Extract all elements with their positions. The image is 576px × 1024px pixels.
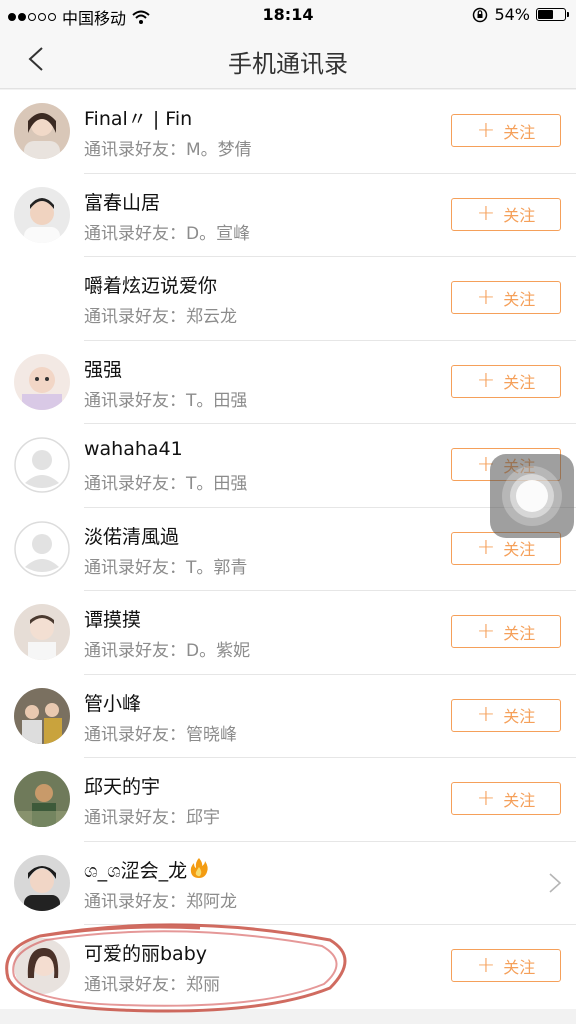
assistive-touch-button[interactable]: [490, 454, 574, 538]
follow-label: 关注: [503, 707, 536, 726]
contact-source: 通讯录好友：郑云龙: [84, 307, 237, 327]
page-title: 手机通讯录: [228, 50, 348, 78]
contact-source: 通讯录好友：郑阿龙: [84, 891, 237, 912]
navigation-bar: 手机通讯录: [0, 30, 576, 89]
plus-icon: +: [476, 368, 496, 393]
plus-icon: +: [476, 201, 496, 226]
status-bar: 中国移动 18:14 54%: [0, 0, 576, 30]
contact-source: 通讯录好友：D。紫妮: [84, 641, 251, 661]
plus-icon: +: [476, 618, 496, 644]
default-avatar-icon: [14, 437, 70, 493]
follow-button[interactable]: + 关注: [451, 114, 561, 147]
follow-button[interactable]: + 关注: [451, 615, 561, 648]
orientation-lock-icon: [473, 7, 488, 22]
avatar: [14, 270, 70, 326]
follow-label: 关注: [503, 957, 536, 977]
contact-name: 谭摸摸: [84, 609, 142, 631]
follow-label: 关注: [503, 540, 536, 559]
follow-button[interactable]: + 关注: [451, 782, 561, 815]
list-item[interactable]: 富春山居 通讯录好友：D。宣峰 + 关注: [0, 174, 576, 258]
list-item[interactable]: 强强 通讯录好友：T。田强 + 关注: [0, 341, 576, 425]
battery-percent: 54%: [494, 5, 530, 24]
list-item[interactable]: 管小峰 通讯录好友：管晓峰 + 关注: [0, 675, 576, 759]
avatar: [14, 103, 70, 159]
contact-name: 邱天的宇: [84, 776, 161, 798]
follow-label: 关注: [503, 790, 536, 810]
contact-source: 通讯录好友：管晓峰: [84, 724, 237, 745]
contact-source: 通讯录好友：D。宣峰: [84, 223, 251, 244]
contact-name: 强强: [84, 358, 123, 381]
battery-icon: [536, 8, 569, 21]
follow-label: 关注: [503, 289, 536, 309]
contact-name: ශ_ශ涩会_龙: [84, 856, 209, 883]
avatar: [14, 604, 70, 660]
fire-emoji-icon: [190, 857, 208, 878]
avatar: [14, 687, 70, 744]
list-item[interactable]: Final〃 | Fin 通讯录好友：M。梦倩 + 关注: [0, 90, 576, 174]
follow-label: 关注: [503, 373, 536, 392]
default-avatar-icon: [14, 520, 70, 577]
avatar: [14, 771, 70, 827]
contact-name: 嚼着炫迈说爱你: [84, 275, 218, 297]
list-item[interactable]: ශ_ශ涩会_龙 通讯录好友：郑阿龙: [0, 842, 576, 926]
contact-source: 通讯录好友：邱宇: [84, 808, 220, 828]
plus-icon: +: [476, 535, 496, 560]
follow-label: 关注: [503, 623, 536, 643]
contact-source: 通讯录好友：T。田强: [84, 474, 248, 494]
list-item[interactable]: 嚼着炫迈说爱你 通讯录好友：郑云龙 + 关注: [0, 257, 576, 341]
contact-source: 通讯录好友：T。郭青: [84, 557, 248, 578]
chevron-right-icon[interactable]: [548, 872, 562, 894]
avatar: [14, 938, 70, 994]
follow-label: 关注: [503, 206, 536, 225]
contact-source: 通讯录好友：郑丽: [84, 975, 220, 995]
follow-label: 关注: [503, 122, 536, 142]
follow-button[interactable]: + 关注: [451, 281, 561, 314]
plus-icon: +: [476, 702, 496, 727]
plus-icon: +: [476, 785, 496, 811]
follow-button[interactable]: + 关注: [451, 364, 561, 398]
follow-button[interactable]: + 关注: [451, 197, 561, 231]
list-item[interactable]: 谭摸摸 通讯录好友：D。紫妮 + 关注: [0, 591, 576, 675]
contact-name: 可爱的丽baby: [84, 943, 208, 965]
contact-name: 淡偌清風過: [84, 525, 180, 548]
follow-button[interactable]: + 关注: [451, 949, 561, 982]
contact-name: Final〃 | Fin: [84, 108, 193, 130]
contact-source: 通讯录好友：M。梦倩: [84, 140, 252, 160]
plus-icon: +: [476, 284, 496, 310]
contact-name: 管小峰: [84, 692, 142, 715]
contact-list: Final〃 | Fin 通讯录好友：M。梦倩 + 关注 富春山居 通讯录好友：D…: [0, 90, 576, 1009]
list-item[interactable]: 可爱的丽baby 通讯录好友：郑丽 + 关注: [0, 925, 576, 1009]
list-item[interactable]: 邱天的宇 通讯录好友：邱宇 + 关注: [0, 758, 576, 842]
avatar: [14, 854, 70, 911]
avatar: [14, 186, 70, 243]
plus-icon: +: [476, 117, 496, 143]
follow-button[interactable]: + 关注: [451, 698, 561, 732]
contact-name: 富春山居: [84, 191, 161, 214]
avatar: [14, 353, 70, 410]
contact-name: wahaha41: [84, 438, 183, 460]
contact-source: 通讯录好友：T。田强: [84, 390, 248, 411]
plus-icon: +: [476, 952, 496, 978]
